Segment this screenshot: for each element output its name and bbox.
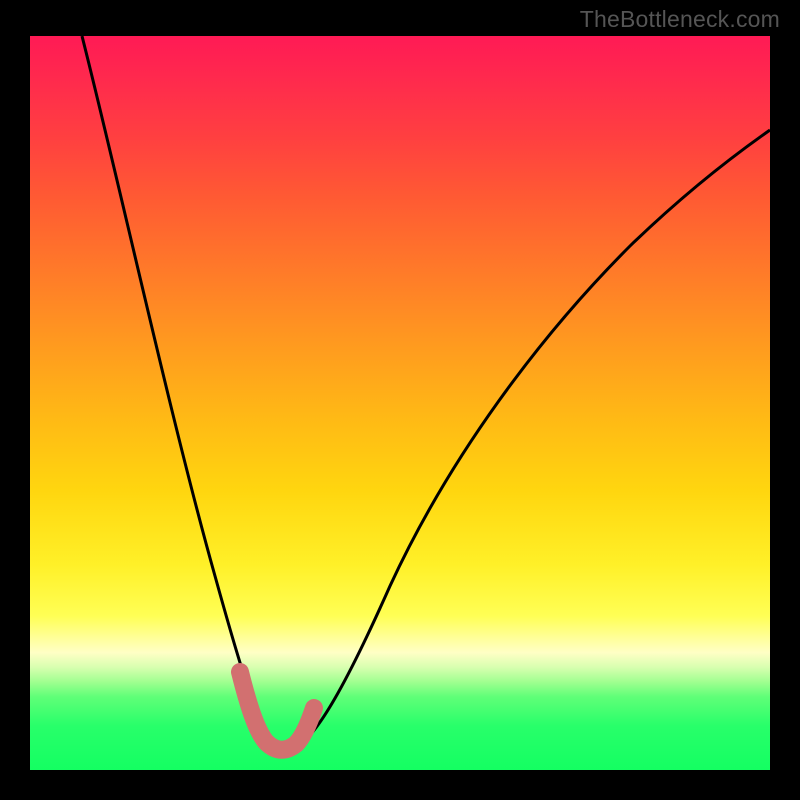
watermark-text: TheBottleneck.com <box>580 6 780 33</box>
chart-svg <box>30 36 770 770</box>
optimal-range-highlight-line <box>240 672 314 750</box>
chart-plot-area <box>30 36 770 770</box>
bottleneck-curve-line <box>82 36 770 747</box>
